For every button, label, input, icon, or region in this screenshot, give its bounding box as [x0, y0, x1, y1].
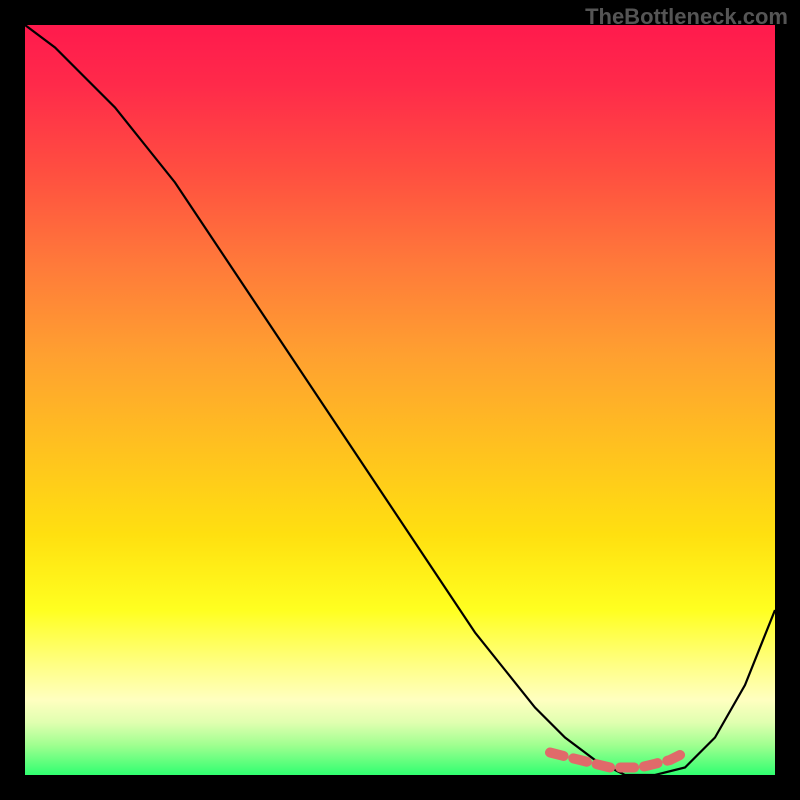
watermark-text: TheBottleneck.com [585, 4, 788, 30]
bottleneck-curve-path [25, 25, 775, 775]
highlight-band-path [550, 753, 685, 768]
plot-area [25, 25, 775, 775]
chart-svg [25, 25, 775, 775]
